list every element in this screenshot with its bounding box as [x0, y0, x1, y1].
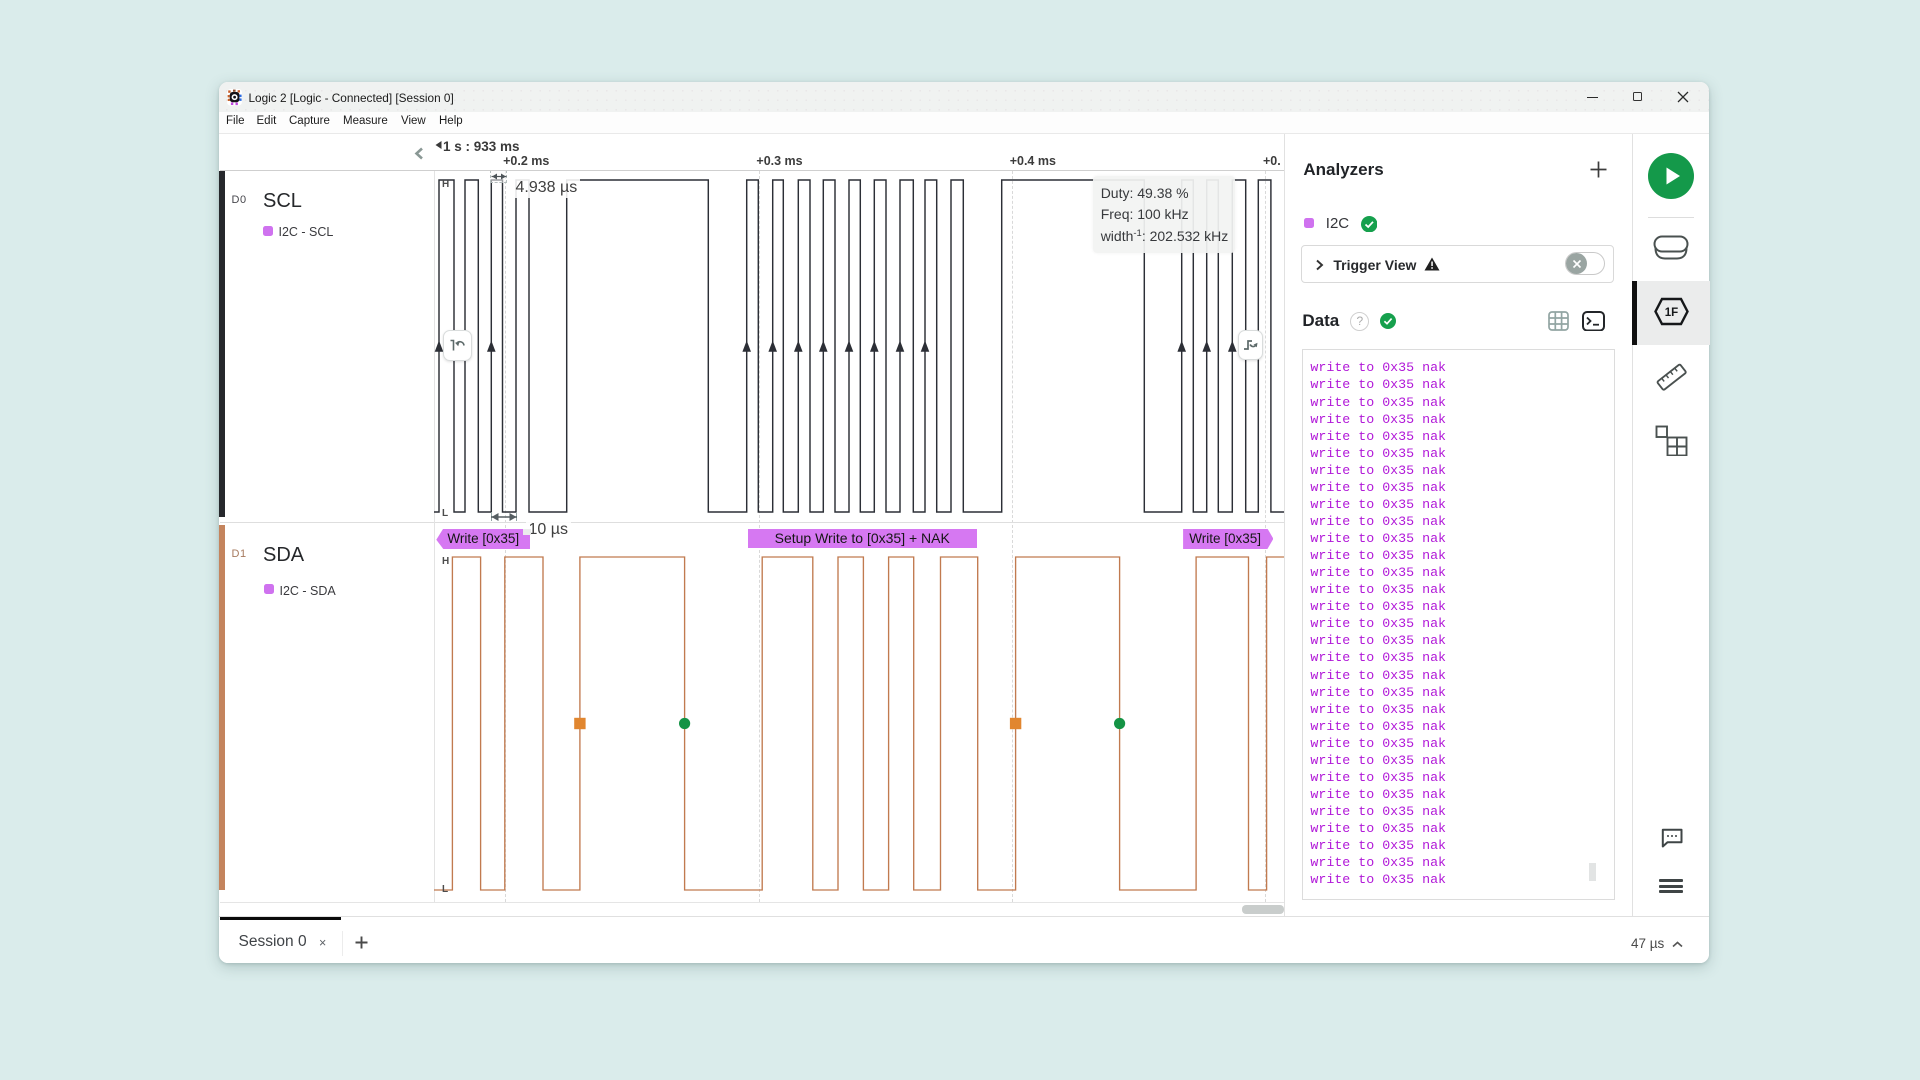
- svg-text:1F: 1F: [1664, 307, 1677, 319]
